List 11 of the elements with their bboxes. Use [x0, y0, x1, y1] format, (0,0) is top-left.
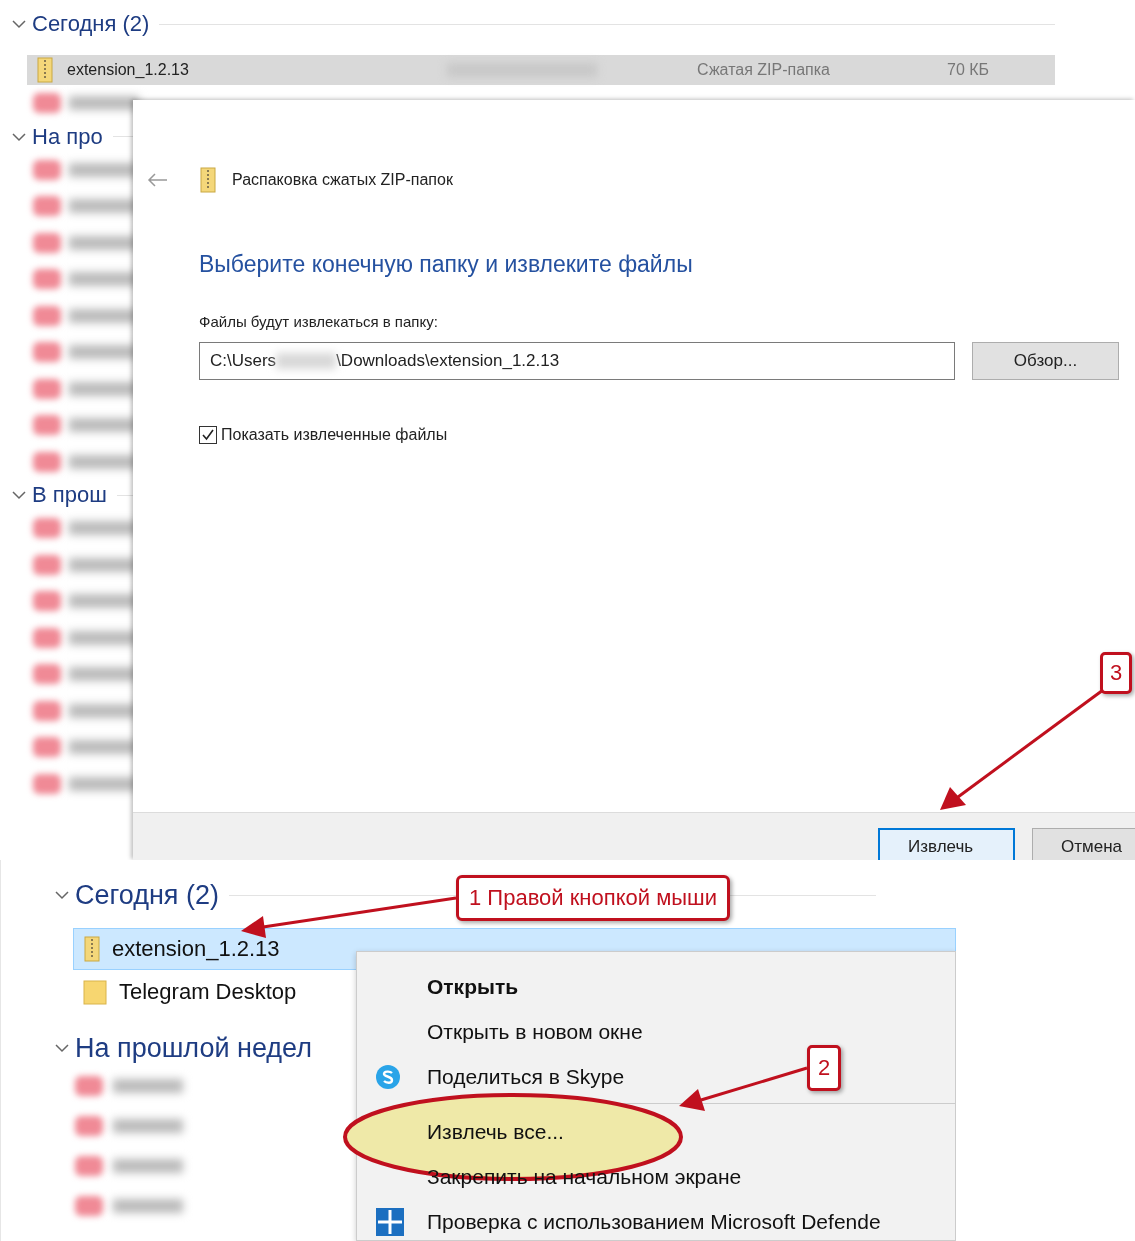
dialog-heading: Выберите конечную папку и извлеките файлы	[199, 251, 694, 279]
file-size: 70 КБ	[947, 61, 990, 79]
step-badge: 2	[807, 1045, 841, 1091]
file-type: Сжатая ZIP-папка	[697, 61, 831, 79]
dialog-title: Распаковка сжатых ZIP-папок	[232, 171, 453, 189]
step-badge: 3	[1100, 652, 1132, 694]
file-name: Telegram Desktop	[119, 979, 297, 1005]
file-name: extension_1.2.13	[112, 936, 280, 962]
annotation-callout: 1 Правой кнопкой мыши	[456, 875, 730, 921]
path-label: Файлы будут извлекаться в папку:	[199, 313, 439, 330]
file-name: extension_1.2.13	[67, 61, 190, 79]
